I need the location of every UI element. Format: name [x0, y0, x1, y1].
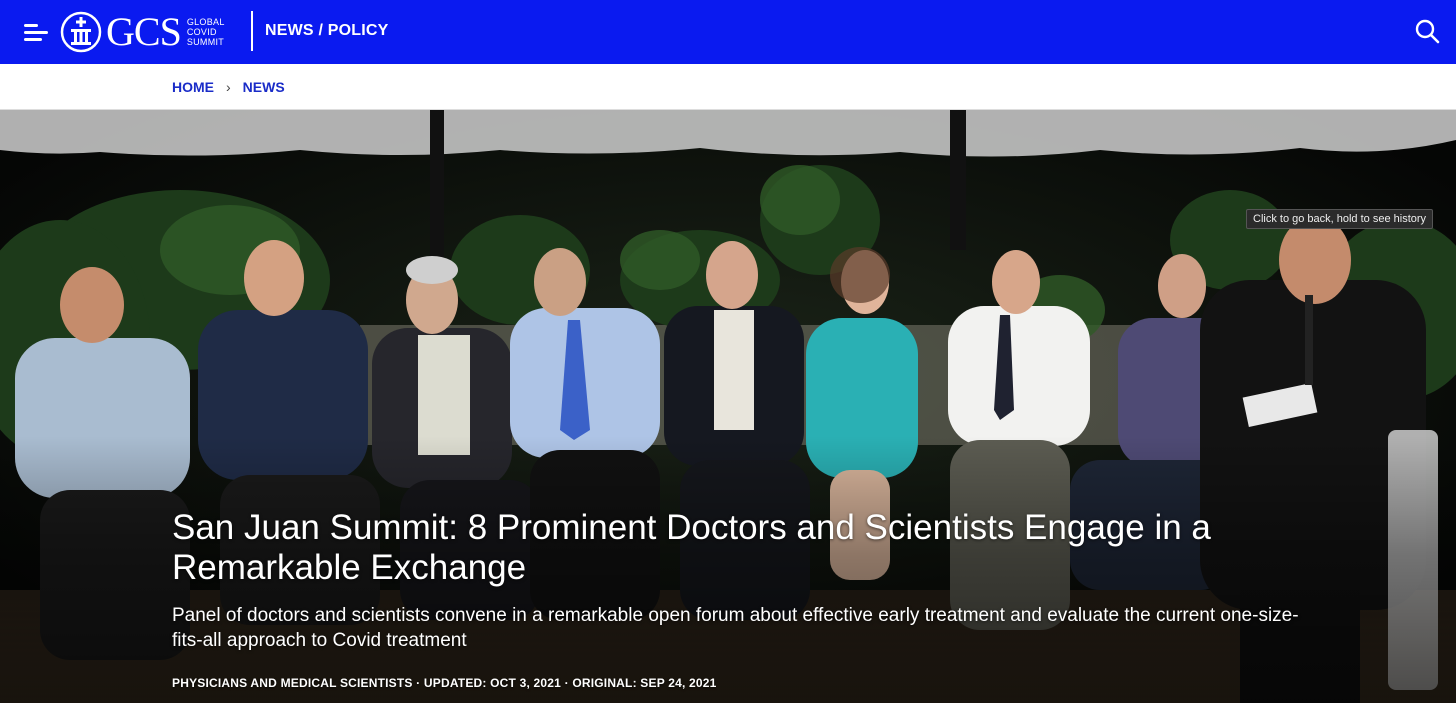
site-logo[interactable]: GCS GLOBAL COVID SUMMIT — [60, 10, 225, 54]
meta-separator: · — [412, 676, 424, 690]
top-navigation-bar: GCS GLOBAL COVID SUMMIT NEWS / POLICY — [0, 0, 1456, 64]
logo-divider — [251, 11, 253, 51]
article-updated-date: UPDATED: OCT 3, 2021 — [423, 676, 562, 690]
article-subtitle: Panel of doctors and scientists convene … — [172, 605, 1299, 651]
article-meta: PHYSICIANS AND MEDICAL SCIENTISTS · UPDA… — [172, 676, 717, 690]
breadcrumb-news[interactable]: NEWS — [243, 79, 285, 95]
logo-sub-line-2: COVID — [186, 27, 217, 37]
logo-sub-line-1: GLOBAL — [186, 17, 225, 27]
meta-separator: · — [561, 676, 573, 690]
hamburger-menu-icon[interactable] — [24, 20, 52, 44]
breadcrumb-home[interactable]: HOME — [172, 79, 214, 95]
search-icon[interactable] — [1414, 18, 1440, 44]
logo-emblem-icon — [60, 11, 102, 53]
breadcrumb: HOME › NEWS — [172, 79, 285, 95]
article-category[interactable]: PHYSICIANS AND MEDICAL SCIENTISTS — [172, 676, 413, 690]
article-title: San Juan Summit: 8 Prominent Doctors and… — [172, 508, 1211, 587]
logo-sub-line-3: SUMMIT — [186, 37, 225, 47]
logo-wordmark: GCS — [106, 9, 182, 54]
logo-subtitle: GLOBAL COVID SUMMIT — [187, 17, 225, 47]
back-button-tooltip: Click to go back, hold to see history — [1246, 209, 1434, 229]
article-original-date: ORIGINAL: SEP 24, 2021 — [572, 676, 717, 690]
breadcrumb-separator: › — [226, 79, 231, 95]
breadcrumb-bar: HOME › NEWS — [0, 64, 1456, 110]
section-title[interactable]: NEWS / POLICY — [265, 22, 389, 40]
hero-section: San Juan Summit: 8 Prominent Doctors and… — [0, 110, 1456, 703]
